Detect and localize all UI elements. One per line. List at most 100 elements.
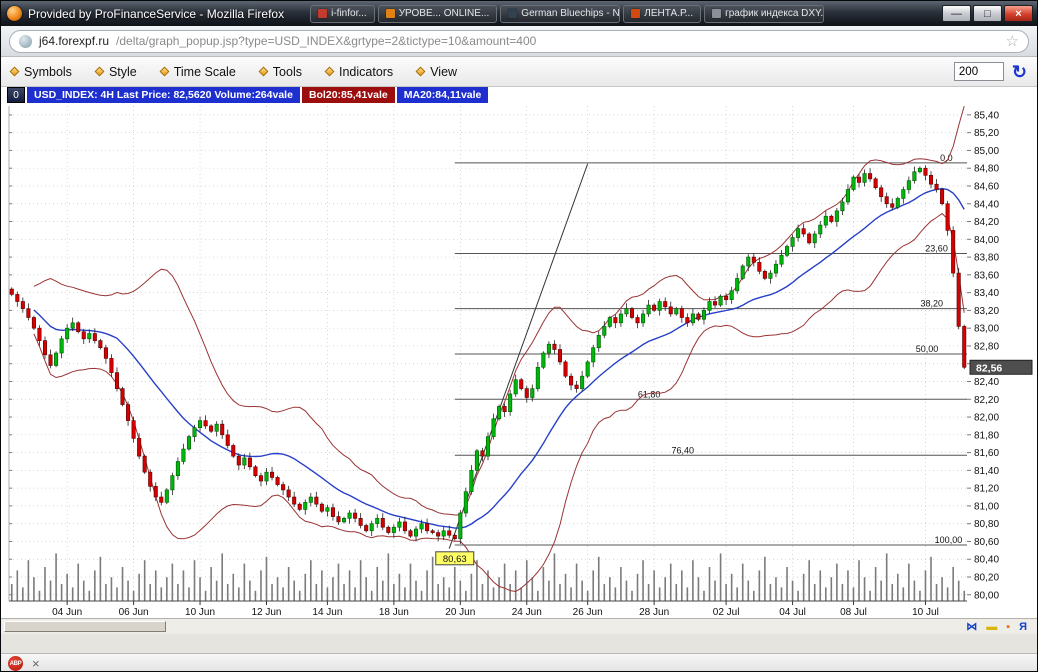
amount-input[interactable] — [954, 62, 1004, 81]
svg-text:02 Jul: 02 Jul — [713, 607, 740, 618]
tab-favicon — [508, 9, 517, 18]
content-gap — [1, 634, 1037, 653]
titlebar-tab[interactable]: ЛЕНТА.Р... — [623, 5, 701, 23]
maximize-button[interactable]: □ — [973, 5, 1002, 22]
svg-text:80,20: 80,20 — [974, 573, 999, 584]
tab-label: УРОВЕ... ONLINE... — [399, 8, 490, 19]
menu-item-label: Indicators — [339, 65, 393, 79]
letter-ya-icon[interactable]: Я — [1019, 622, 1027, 633]
svg-text:12 Jun: 12 Jun — [251, 607, 281, 618]
tab-favicon — [712, 9, 721, 18]
chart-info-bar: 0 USD_INDEX: 4H Last Price: 82,5620 Volu… — [1, 87, 1037, 103]
ma-info: MA20:84,11vale — [397, 87, 489, 103]
fit-icon[interactable]: ⋈ — [966, 622, 977, 633]
firefox-icon — [7, 6, 22, 21]
line-icon[interactable]: ▬ — [986, 622, 997, 633]
svg-text:61,80: 61,80 — [638, 389, 661, 399]
svg-text:82,80: 82,80 — [974, 341, 999, 352]
svg-text:81,20: 81,20 — [974, 484, 999, 495]
svg-text:82,56: 82,56 — [976, 362, 1002, 374]
box-icon[interactable]: ▪ — [1006, 622, 1010, 633]
svg-text:10 Jun: 10 Jun — [185, 607, 215, 618]
menu-item-view[interactable]: View — [417, 65, 457, 79]
tab-label: i-finfor... — [331, 8, 367, 19]
refresh-icon[interactable]: ↻ — [1012, 63, 1027, 81]
svg-text:85,20: 85,20 — [974, 128, 999, 139]
svg-text:84,00: 84,00 — [974, 235, 999, 246]
svg-text:85,40: 85,40 — [974, 110, 999, 121]
svg-text:80,40: 80,40 — [974, 555, 999, 566]
hscrollbar-thumb[interactable] — [4, 621, 166, 632]
svg-text:80,80: 80,80 — [974, 519, 999, 530]
menu-right-group: ↻ — [954, 62, 1027, 81]
url-bar: j64.forexpf.ru /delta/graph_popup.jsp?ty… — [1, 26, 1037, 57]
menu-bullet-icon — [159, 67, 169, 77]
url-path: /delta/graph_popup.jsp?type=USD_INDEX&gr… — [116, 34, 999, 48]
menu-bullet-icon — [416, 67, 426, 77]
svg-text:18 Jun: 18 Jun — [379, 607, 409, 618]
site-identity-icon[interactable] — [19, 35, 32, 48]
svg-text:04 Jul: 04 Jul — [779, 607, 806, 618]
chart-toolbar: ⋈ ▬ ▪ Я — [966, 619, 1027, 635]
svg-text:84,20: 84,20 — [974, 217, 999, 228]
chart-index-button[interactable]: 0 — [7, 87, 25, 103]
menu-item-indicators[interactable]: Indicators — [326, 65, 393, 79]
svg-text:84,60: 84,60 — [974, 181, 999, 192]
svg-text:81,40: 81,40 — [974, 466, 999, 477]
tab-label: график индекса DXY... — [725, 8, 824, 19]
abp-icon[interactable]: ABP — [8, 656, 23, 671]
tab-label: German Bluechips - N... — [521, 8, 620, 19]
svg-text:83,40: 83,40 — [974, 288, 999, 299]
svg-text:80,60: 80,60 — [974, 537, 999, 548]
svg-text:83,00: 83,00 — [974, 324, 999, 335]
svg-text:80,63: 80,63 — [443, 554, 467, 565]
svg-text:82,00: 82,00 — [974, 413, 999, 424]
svg-text:28 Jun: 28 Jun — [639, 607, 669, 618]
svg-text:82,40: 82,40 — [974, 377, 999, 388]
tab-favicon — [318, 9, 327, 18]
url-input[interactable]: j64.forexpf.ru /delta/graph_popup.jsp?ty… — [9, 30, 1029, 53]
svg-text:81,80: 81,80 — [974, 430, 999, 441]
menu-item-symbols[interactable]: Symbols — [11, 65, 72, 79]
svg-text:76,40: 76,40 — [671, 445, 694, 455]
minimize-button[interactable]: — — [942, 5, 971, 22]
titlebar-tab[interactable]: график индекса DXY... — [704, 5, 824, 23]
symbol-info: USD_INDEX: 4H Last Price: 82,5620 Volume… — [27, 87, 300, 103]
menu-item-label: View — [430, 65, 457, 79]
tab-label: ЛЕНТА.Р... — [644, 8, 693, 19]
menu-bullet-icon — [94, 67, 104, 77]
svg-text:06 Jun: 06 Jun — [119, 607, 149, 618]
svg-text:82,20: 82,20 — [974, 395, 999, 406]
addon-bar-close-button[interactable]: × — [32, 657, 40, 670]
menu-item-label: Style — [109, 65, 137, 79]
menu-item-label: Tools — [273, 65, 302, 79]
svg-text:84,80: 84,80 — [974, 164, 999, 175]
chart-hscrollbar[interactable]: ⋈ ▬ ▪ Я — [1, 618, 1037, 634]
svg-text:85,00: 85,00 — [974, 146, 999, 157]
menu-item-tools[interactable]: Tools — [260, 65, 302, 79]
menu-item-time-scale[interactable]: Time Scale — [161, 65, 236, 79]
menu-bullet-icon — [325, 67, 335, 77]
svg-text:83,60: 83,60 — [974, 270, 999, 281]
menu-item-label: Symbols — [24, 65, 72, 79]
menu-item-style[interactable]: Style — [96, 65, 137, 79]
close-button[interactable]: × — [1004, 5, 1033, 22]
bookmark-star-icon[interactable]: ☆ — [1006, 34, 1019, 49]
titlebar: Provided by ProFinanceService - Mozilla … — [1, 1, 1037, 26]
svg-text:24 Jun: 24 Jun — [512, 607, 542, 618]
bollinger-info: Bol20:85,41vale — [302, 87, 395, 103]
svg-text:08 Jul: 08 Jul — [840, 607, 867, 618]
candlestick-chart-canvas[interactable]: 85,40 85,20 85,00 84,80 84,60 84,40 84,20 84,00… — [1, 103, 1037, 618]
svg-text:84,40: 84,40 — [974, 199, 999, 210]
addon-bar: ABP × — [1, 653, 1037, 672]
tab-favicon — [386, 9, 395, 18]
titlebar-tab[interactable]: УРОВЕ... ONLINE... — [378, 5, 498, 23]
menu-bullet-icon — [258, 67, 268, 77]
titlebar-tab[interactable]: German Bluechips - N... — [500, 5, 620, 23]
menu-item-label: Time Scale — [174, 65, 236, 79]
svg-text:23,60: 23,60 — [925, 244, 948, 254]
browser-window: Provided by ProFinanceService - Mozilla … — [0, 0, 1038, 672]
svg-text:26 Jun: 26 Jun — [573, 607, 603, 618]
titlebar-tab[interactable]: i-finfor... — [310, 5, 375, 23]
url-domain: j64.forexpf.ru — [39, 34, 109, 48]
